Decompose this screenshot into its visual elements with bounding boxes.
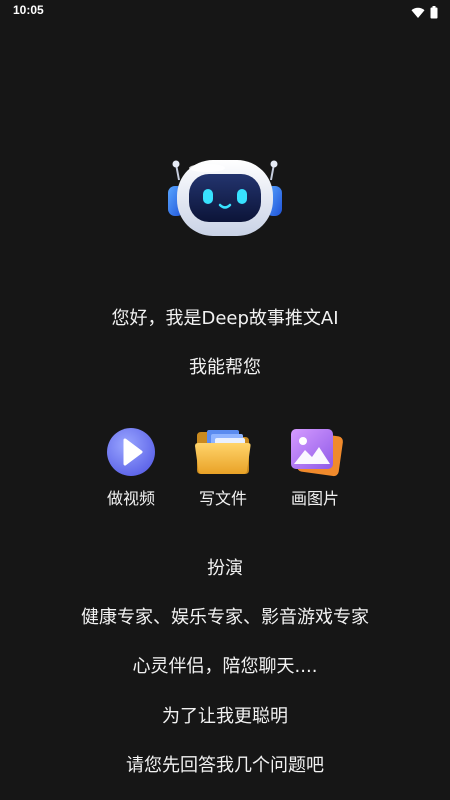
help-subtitle: 我能帮您 bbox=[189, 357, 261, 378]
folder-files-icon bbox=[193, 426, 253, 478]
wifi-icon bbox=[411, 4, 425, 23]
battery-icon bbox=[430, 4, 438, 23]
robot-icon bbox=[165, 158, 285, 242]
status-bar: 10:05 bbox=[0, 0, 450, 22]
intro-line-2: 请您先回答我几个问题吧 bbox=[126, 755, 324, 776]
play-video-icon bbox=[101, 426, 161, 478]
image-gallery-icon bbox=[285, 426, 345, 478]
greeting-text: 您好，我是Deep故事推文AI bbox=[111, 308, 339, 329]
feature-draw-image[interactable]: 画图片 bbox=[270, 426, 360, 510]
roles-title: 扮演 bbox=[207, 558, 243, 579]
feature-write-file[interactable]: 写文件 bbox=[178, 426, 268, 510]
intro-line-1: 为了让我更聪明 bbox=[162, 706, 288, 727]
feature-make-video[interactable]: 做视频 bbox=[86, 426, 176, 510]
roles-companion: 心灵伴侣，陪您聊天.... bbox=[132, 656, 318, 677]
feature-label: 做视频 bbox=[106, 489, 155, 508]
status-time: 10:05 bbox=[13, 3, 44, 17]
status-icons bbox=[411, 4, 438, 23]
roles-experts: 健康专家、娱乐专家、影音游戏专家 bbox=[81, 607, 369, 628]
feature-label: 写文件 bbox=[198, 489, 247, 508]
feature-label: 画图片 bbox=[290, 489, 339, 508]
